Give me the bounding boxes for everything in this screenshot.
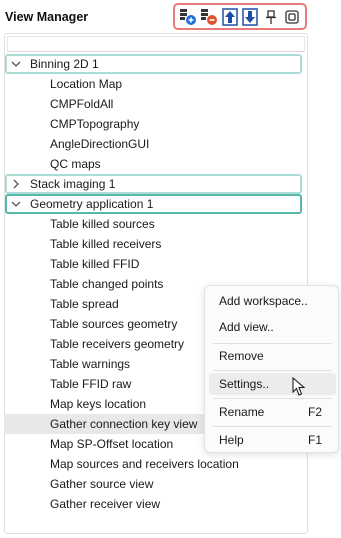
menu-item-label: Help xyxy=(219,433,244,447)
tree-item[interactable]: Table sources geometry xyxy=(50,314,177,334)
menu-item-label: Rename xyxy=(219,405,265,419)
move-down-icon xyxy=(242,7,259,26)
float-window-icon xyxy=(284,9,299,24)
tree-item[interactable]: Table receivers geometry xyxy=(50,334,184,354)
chevron-down-icon[interactable] xyxy=(10,198,22,210)
menu-item-shortcut: F1 xyxy=(307,433,322,447)
tree-item[interactable]: Table killed FFID xyxy=(50,254,139,274)
menu-separator xyxy=(213,426,332,427)
tree-group-geometry[interactable]: Geometry application 1 xyxy=(5,194,302,214)
tree-item[interactable]: QC maps xyxy=(50,154,101,174)
tree-item[interactable]: AngleDirectionGUI xyxy=(50,134,149,154)
tree-item[interactable]: Table warnings xyxy=(50,354,130,374)
menu-item-label: Add workspace.. xyxy=(219,294,308,308)
menu-separator xyxy=(213,370,332,371)
tree-item[interactable]: Map sources and receivers location xyxy=(50,454,239,474)
tree-group-binning[interactable]: Binning 2D 1 xyxy=(5,54,302,74)
menu-item-add-workspace[interactable]: Add workspace.. xyxy=(209,290,336,312)
chevron-right-icon[interactable] xyxy=(10,178,22,190)
tree-item[interactable]: Table spread xyxy=(50,294,119,314)
tree-group-label: Geometry application 1 xyxy=(30,197,154,211)
menu-item-label: Settings.. xyxy=(219,377,270,391)
menu-separator xyxy=(213,343,332,344)
menu-item-add-view[interactable]: Add view.. xyxy=(209,316,336,338)
menu-item-label: Add view.. xyxy=(219,320,274,334)
tree-group-stack-imaging[interactable]: Stack imaging 1 xyxy=(5,174,302,194)
tree-item[interactable]: Table killed sources xyxy=(50,214,155,234)
move-up-button[interactable] xyxy=(220,7,240,27)
tree-item[interactable]: Location Map xyxy=(50,74,122,94)
menu-item-rename[interactable]: Rename F2 xyxy=(209,401,336,423)
remove-view-icon xyxy=(200,8,217,25)
menu-item-shortcut: F2 xyxy=(307,405,322,419)
mouse-cursor-icon xyxy=(292,377,306,396)
tree-group-label: Binning 2D 1 xyxy=(30,57,99,71)
tree-item[interactable]: Table killed receivers xyxy=(50,234,161,254)
menu-item-label: Remove xyxy=(219,349,264,363)
add-view-button[interactable] xyxy=(178,7,198,27)
context-menu: Add workspace.. Add view.. Remove Settin… xyxy=(204,285,339,453)
tree-item[interactable]: Map SP-Offset location xyxy=(50,434,173,454)
filter-strip[interactable] xyxy=(7,36,305,52)
tree-item[interactable]: Gather receiver view xyxy=(50,494,160,514)
float-window-button[interactable] xyxy=(282,7,302,27)
menu-item-help[interactable]: Help F1 xyxy=(209,429,336,451)
pin-button[interactable] xyxy=(261,7,281,27)
tree-item[interactable]: Map keys location xyxy=(50,394,146,414)
tree-item[interactable]: Table FFID raw xyxy=(50,374,131,394)
pin-icon xyxy=(265,9,276,24)
chevron-down-icon[interactable] xyxy=(10,58,22,70)
add-view-icon xyxy=(180,8,197,25)
tree-item[interactable]: CMPFoldAll xyxy=(50,94,113,114)
menu-item-remove[interactable]: Remove xyxy=(209,345,336,367)
view-toolbar xyxy=(173,3,307,30)
tree-group-label: Stack imaging 1 xyxy=(30,177,116,191)
remove-view-button[interactable] xyxy=(199,7,219,27)
move-down-button[interactable] xyxy=(240,7,260,27)
tree-item[interactable]: Table changed points xyxy=(50,274,163,294)
menu-separator xyxy=(213,398,332,399)
tree-item[interactable]: CMPTopography xyxy=(50,114,139,134)
move-up-icon xyxy=(221,7,238,26)
panel-title: View Manager xyxy=(5,10,89,24)
view-manager-header: View Manager xyxy=(0,0,341,34)
menu-item-settings[interactable]: Settings.. xyxy=(209,373,336,395)
tree-item[interactable]: Gather source view xyxy=(50,474,153,494)
